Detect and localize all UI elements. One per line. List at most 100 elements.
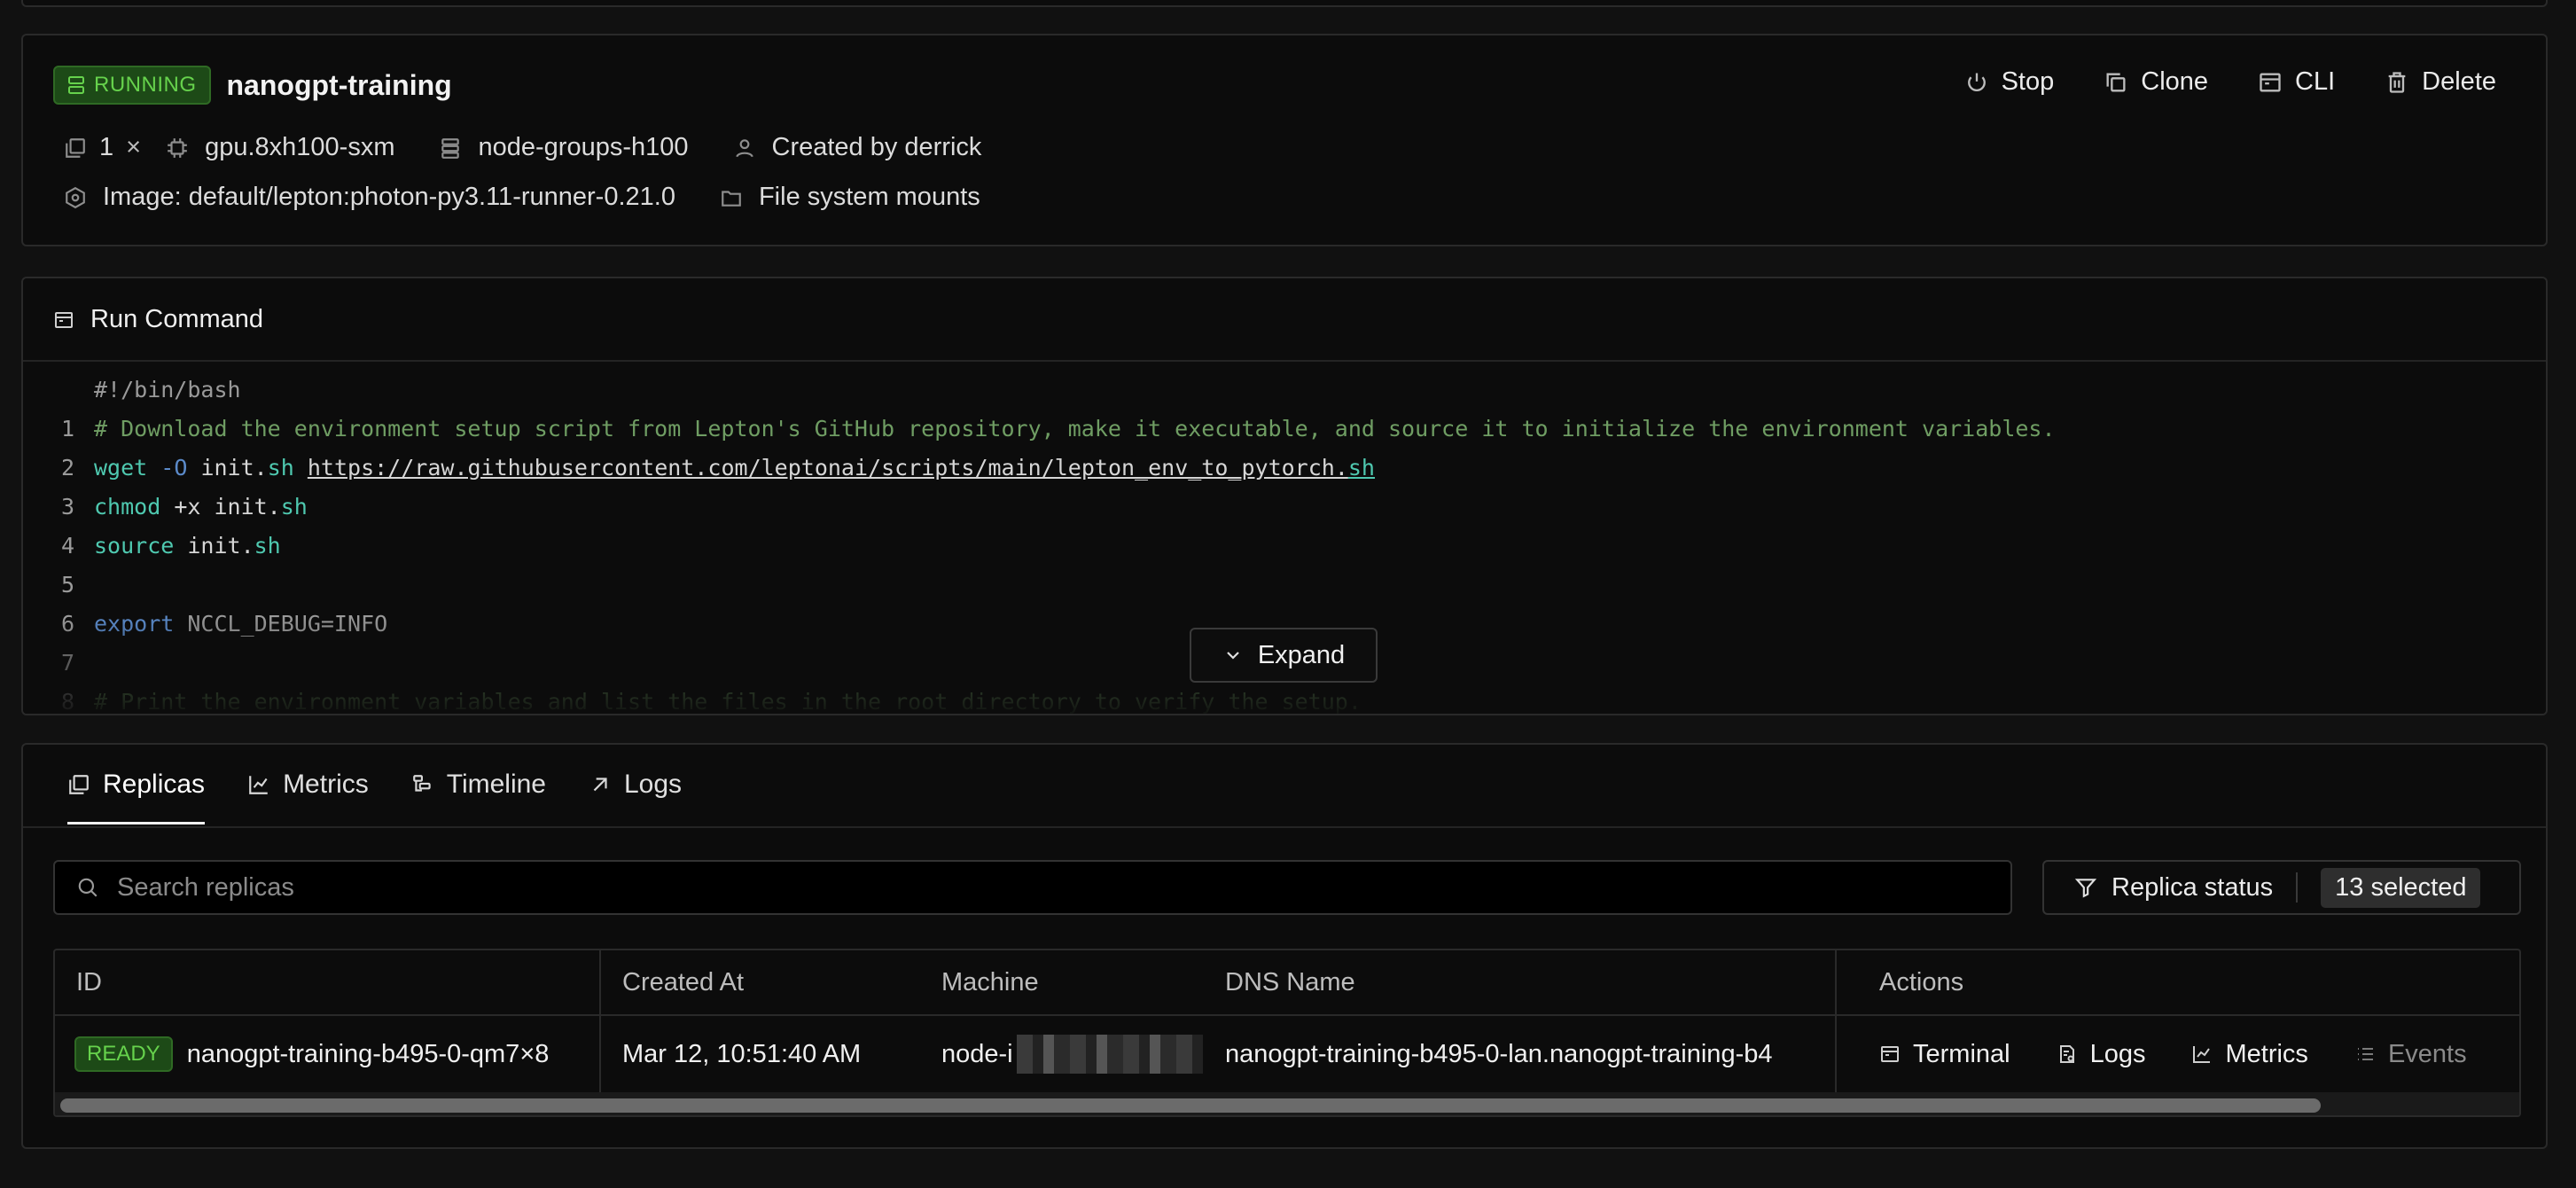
tab-logs[interactable]: Logs <box>589 770 682 825</box>
column-header-machine[interactable]: Machine <box>941 950 1039 1014</box>
code-comment: # Print the environment variables and li… <box>94 689 1362 715</box>
horizontal-scrollbar[interactable] <box>55 1092 2519 1115</box>
expand-label: Expand <box>1257 640 1346 669</box>
redacted-machine-id <box>1016 1035 1203 1074</box>
node-group-value: node-groups-h100 <box>478 133 689 161</box>
run-command-title: Run Command <box>90 305 264 333</box>
delete-label: Delete <box>2422 67 2496 96</box>
actions-cell: Terminal Logs Metrics Events <box>1879 1016 2517 1092</box>
user-icon <box>735 138 753 157</box>
code-line: 4 source init. sh <box>23 527 2546 566</box>
code-line: 3 chmod +x init. sh <box>23 488 2546 527</box>
line-number <box>23 371 94 410</box>
code-shebang: #!/bin/bash <box>94 377 241 403</box>
tab-metrics[interactable]: Metrics <box>247 770 369 825</box>
events-button[interactable]: Events <box>2354 1040 2467 1069</box>
events-label: Events <box>2387 1039 2467 1068</box>
terminal-button[interactable]: Terminal <box>1879 1040 2010 1069</box>
job-title-row: RUNNING nanogpt-training <box>53 66 452 105</box>
previous-panel-edge <box>21 0 2548 7</box>
tab-label: Timeline <box>446 770 546 799</box>
filter-label: Replica status <box>2112 872 2274 902</box>
tab-replicas[interactable]: Replicas <box>67 770 206 825</box>
resource-shape-value: gpu.8xh100-sxm <box>205 133 395 161</box>
table-row: READY nanogpt-training-b495-0-qm7×8 Mar … <box>55 1016 2519 1092</box>
terminal-window-icon <box>55 311 73 328</box>
replicas-table: ID Created At Machine DNS Name Actions R… <box>53 949 2521 1117</box>
tab-label: Metrics <box>283 770 369 799</box>
code-url-link[interactable]: https://raw.githubusercontent.com/lepton… <box>308 449 1348 488</box>
job-meta-row: 1 × gpu.8xh100-sxm node-groups-h100 Crea… <box>64 133 1013 162</box>
line-number: 4 <box>60 533 74 559</box>
clone-label: Clone <box>2141 67 2209 96</box>
job-meta-row-2: Image: default/lepton:photon-py3.11-runn… <box>64 183 1012 212</box>
status-text: RUNNING <box>94 73 197 97</box>
code-command: chmod <box>94 494 161 520</box>
cpu-chip-icon <box>168 137 187 158</box>
code-line: 5 <box>23 566 2546 605</box>
running-status-badge: RUNNING <box>53 66 211 105</box>
line-number: 5 <box>60 572 74 598</box>
list-icon <box>2357 1048 2373 1060</box>
code-ext: sh <box>280 494 308 520</box>
column-header-id[interactable]: ID <box>76 950 102 1014</box>
logs-button[interactable]: Logs <box>2057 1040 2145 1069</box>
replicas-card: Replicas Metrics Timeline Logs Replica s… <box>21 743 2548 1149</box>
image-value: Image: default/lepton:photon-py3.11-runn… <box>103 183 675 211</box>
arrow-up-right-icon <box>593 778 607 792</box>
code-url-ext[interactable]: sh <box>1348 449 1375 488</box>
file-system-mounts[interactable]: File system mounts <box>720 183 980 212</box>
power-icon <box>1967 73 1986 91</box>
code-line: 1 # Download the environment setup scrip… <box>23 410 2546 449</box>
expand-button[interactable]: Expand <box>1190 628 1378 683</box>
tab-timeline[interactable]: Timeline <box>411 770 546 825</box>
search-input[interactable] <box>117 872 1890 903</box>
column-header-created-at[interactable]: Created At <box>622 950 744 1014</box>
cli-label: CLI <box>2295 67 2336 96</box>
ready-status-badge: READY <box>74 1036 173 1072</box>
terminal-label: Terminal <box>1913 1039 2010 1068</box>
server-icon <box>68 76 84 94</box>
divider <box>23 826 2546 828</box>
code-ext: sh <box>254 533 281 559</box>
search-box <box>53 860 2012 915</box>
search-icon <box>78 878 98 897</box>
line-number: 7 <box>60 650 74 676</box>
code-line: 8 # Print the environment variables and … <box>23 683 2546 715</box>
container-image: Image: default/lepton:photon-py3.11-runn… <box>64 183 675 212</box>
image-box-icon <box>66 186 85 208</box>
code-arg: NCCL_DEBUG=INFO <box>174 611 388 637</box>
metrics-label: Metrics <box>2225 1039 2308 1068</box>
metrics-button[interactable]: Metrics <box>2191 1039 2308 1069</box>
resource-shape: gpu.8xh100-sxm <box>166 133 394 162</box>
run-command-header: Run Command <box>53 305 263 334</box>
replicas-icon <box>66 137 85 158</box>
created-at-cell: Mar 12, 10:51:40 AM <box>622 1039 862 1068</box>
code-comment: # Download the environment setup script … <box>94 416 2056 442</box>
code-line: 2 wget -O init. sh https://raw.githubuse… <box>23 449 2546 488</box>
code-line: #!/bin/bash <box>23 371 2546 410</box>
delete-button[interactable]: Delete <box>2385 67 2496 97</box>
tab-bar: Replicas Metrics Timeline Logs <box>67 770 682 825</box>
stop-button[interactable]: Stop <box>1964 67 2054 97</box>
code-command: wget <box>94 455 148 481</box>
replica-status-filter[interactable]: Replica status 13 selected <box>2042 860 2521 915</box>
line-number: 6 <box>60 611 74 637</box>
multiply-sign: × <box>126 133 142 161</box>
replica-id-cell: READY nanogpt-training-b495-0-qm7×8 <box>74 1016 597 1092</box>
job-name: nanogpt-training <box>226 68 452 101</box>
scrollbar-thumb[interactable] <box>60 1098 2321 1113</box>
terminal-window-icon <box>2260 73 2281 91</box>
column-header-dns-name[interactable]: DNS Name <box>1225 950 1355 1014</box>
divider <box>23 360 2546 362</box>
line-number: 1 <box>60 416 74 442</box>
timeline-icon <box>412 775 431 792</box>
table-header-row: ID Created At Machine DNS Name Actions <box>55 950 2519 1016</box>
cli-button[interactable]: CLI <box>2258 67 2335 97</box>
replica-id[interactable]: nanogpt-training-b495-0-qm7×8 <box>187 1040 550 1069</box>
clone-button[interactable]: Clone <box>2104 67 2208 97</box>
created-by-value: Created by derrick <box>771 133 982 161</box>
line-number: 2 <box>60 455 74 481</box>
code-arg: init. <box>200 455 268 481</box>
